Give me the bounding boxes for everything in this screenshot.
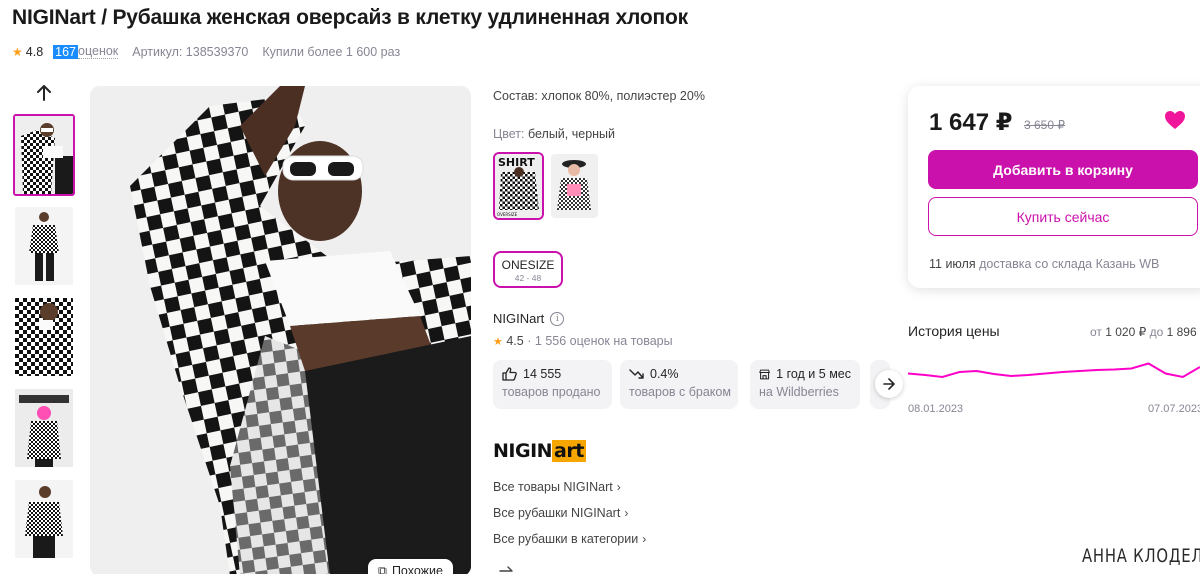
purchase-count: Купили более 1 600 раз <box>262 44 401 59</box>
old-price: 3 650 ₽ <box>1024 118 1065 132</box>
stat-defect-label: товаров с браком <box>629 385 731 399</box>
brand-reviews: 1 556 оценок на товары <box>534 334 673 348</box>
add-to-cart-button[interactable]: Добавить в корзину <box>928 150 1198 189</box>
price-history-line <box>908 362 1200 379</box>
color-thumb-text: SHIRT <box>498 156 535 169</box>
color-label: Цвет: <box>493 127 525 141</box>
color-line: Цвет: белый, черный <box>493 127 615 141</box>
brand-rating: 4.5 <box>506 334 524 348</box>
range-from-label: от <box>1090 325 1102 339</box>
range-to-label: до <box>1149 325 1164 339</box>
store-icon <box>759 369 770 379</box>
link-category-shirts-label: Все рубашки в категории <box>493 532 639 546</box>
star-icon: ★ <box>12 44 23 59</box>
stat-defect: 0.4% товаров с браком <box>620 360 738 409</box>
chevron-right-icon: › <box>624 506 629 520</box>
stat-seller-age-value: 1 год и 5 мес <box>776 367 851 381</box>
thumbnail-3[interactable] <box>13 296 75 378</box>
thumbnail-5[interactable] <box>13 478 75 560</box>
article-number[interactable]: Артикул: 138539370 <box>132 45 248 59</box>
reviews-link[interactable]: оценок <box>78 44 119 59</box>
stats-next-arrow-icon[interactable] <box>875 370 903 398</box>
brand-rating-row: ★ 4.5 · 1 556 оценок на товары <box>493 334 673 348</box>
stat-sold-label: товаров продано <box>502 385 601 399</box>
product-rating: 4.8 <box>25 44 44 59</box>
color-thumb-sub: OVERSIZE <box>497 212 518 217</box>
brand-name[interactable]: NIGINart <box>493 311 544 326</box>
price-card: 1 647 ₽ 3 650 ₽ Добавить в корзину Купит… <box>908 86 1200 288</box>
price-history-range: от 1 020 ₽ до 1 896 <box>1090 325 1197 339</box>
heart-icon[interactable] <box>1164 110 1186 130</box>
thumbnail-1[interactable] <box>13 114 75 196</box>
product-meta: ★ 4.8 167 оценок Артикул: 138539370 Купи… <box>12 44 400 59</box>
link-brand-shirts-label: Все рубашки NIGINart <box>493 506 621 520</box>
similar-button[interactable]: ⧉ Похожие <box>368 559 453 574</box>
thumbnail-2[interactable] <box>13 205 75 287</box>
thumbs-up-icon <box>502 367 517 381</box>
size-range: 42 - 48 <box>514 273 542 283</box>
stat-seller-age: 1 год и 5 мес на Wildberries <box>750 360 860 409</box>
delivery-info: 11 июля доставка со склада Казань WB <box>929 257 1159 271</box>
stat-sold-value: 14 555 <box>523 367 562 381</box>
size-onesize-button[interactable]: ONESIZE 42 - 48 <box>493 251 563 288</box>
current-price: 1 647 ₽ <box>929 109 1013 136</box>
brand-logo[interactable]: NIGIN art <box>493 438 586 464</box>
similar-label: Похожие <box>391 564 443 574</box>
range-to: 1 896 <box>1166 325 1197 339</box>
color-option-1[interactable]: SHIRT OVERSIZE <box>493 152 544 220</box>
link-all-brand-products-label: Все товары NIGINart <box>493 480 613 494</box>
brand-rating-separator: · <box>527 334 532 348</box>
thumbnail-list <box>13 114 75 569</box>
chevron-right-icon: › <box>642 532 647 546</box>
chevron-right-icon: › <box>616 480 621 494</box>
brand-logo-left: NIGIN <box>493 440 553 462</box>
history-end-date: 07.07.2023 <box>1148 403 1200 415</box>
info-icon[interactable]: i <box>550 311 565 326</box>
color-value: белый, черный <box>527 127 616 141</box>
stat-defect-value: 0.4% <box>650 367 679 381</box>
composition: Состав: хлопок 80%, полиэстер 20% <box>493 89 705 103</box>
link-category-shirts[interactable]: Все рубашки в категории › <box>493 532 646 546</box>
trend-down-icon <box>629 369 644 379</box>
brand-name-row: NIGINart i <box>493 311 565 326</box>
link-brand-shirts[interactable]: Все рубашки NIGINart › <box>493 506 628 520</box>
stat-sold: 14 555 товаров продано <box>493 360 612 409</box>
star-icon: ★ <box>493 336 503 348</box>
price-history-chart[interactable] <box>908 346 1200 396</box>
similar-icon: ⧉ <box>378 564 387 574</box>
delivery-text: доставка со склада Казань WB <box>979 257 1160 271</box>
watermark: АННА КЛОДЕЛЬ <box>1082 545 1200 567</box>
main-product-photo[interactable] <box>90 86 471 574</box>
scroll-down-icon[interactable] <box>499 564 513 574</box>
link-all-brand-products[interactable]: Все товары NIGINart › <box>493 480 621 494</box>
thumbnail-4[interactable] <box>13 387 75 469</box>
size-main: ONESIZE <box>501 258 555 272</box>
arrow-up-icon[interactable] <box>34 82 54 104</box>
color-option-2[interactable] <box>549 152 600 220</box>
stat-seller-age-label: на Wildberries <box>759 385 839 399</box>
brand-logo-right: art <box>552 440 586 462</box>
history-start-date: 08.01.2023 <box>908 403 964 415</box>
range-from: 1 020 ₽ <box>1105 325 1147 339</box>
price-history-title: История цены <box>908 323 1000 339</box>
product-title: NIGINart / Рубашка женская оверсайз в кл… <box>12 6 688 29</box>
delivery-date: 11 июля <box>929 257 976 271</box>
reviews-count-link[interactable]: 167 <box>53 44 79 59</box>
buy-now-button[interactable]: Купить сейчас <box>928 197 1198 236</box>
